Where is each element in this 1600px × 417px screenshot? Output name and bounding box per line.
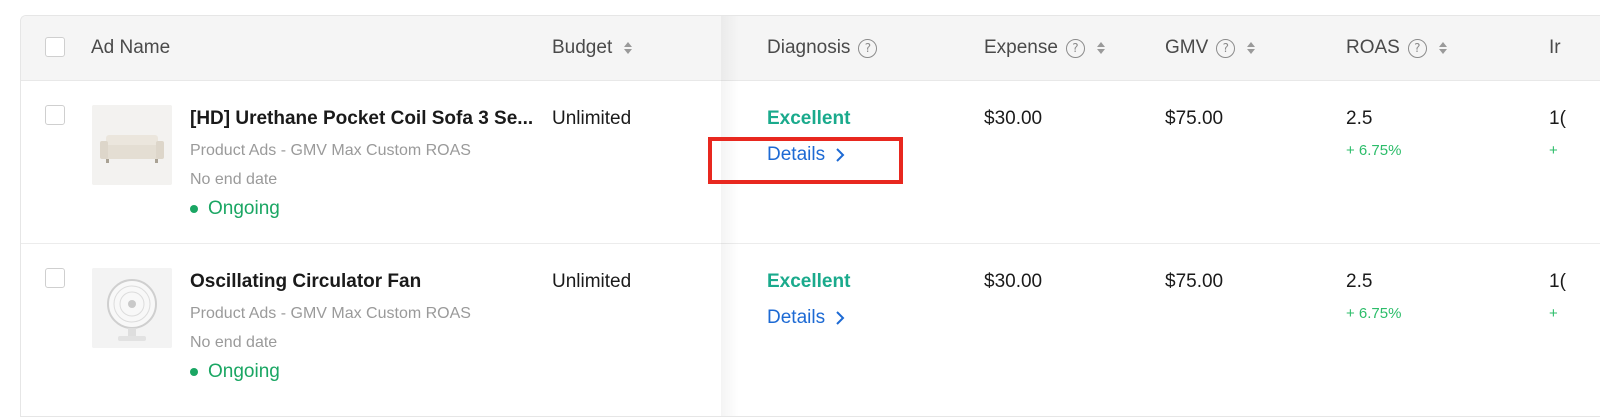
next-column-value: 1( [1549, 271, 1566, 292]
column-expense[interactable]: Expense ? [984, 16, 1105, 80]
select-all-checkbox[interactable] [45, 37, 65, 57]
column-diagnosis-label: Diagnosis [767, 37, 851, 58]
next-column-value: 1( [1549, 108, 1566, 129]
ads-table: Ad Name Budget Diagnosis ? Expense ? GMV… [20, 15, 1600, 417]
column-next-partial-label: Ir [1549, 37, 1561, 58]
column-ad-name: Ad Name [91, 16, 170, 80]
end-date: No end date [190, 334, 278, 351]
end-date: No end date [190, 171, 278, 188]
help-icon[interactable]: ? [1407, 38, 1427, 58]
column-ad-name-label: Ad Name [91, 37, 171, 58]
details-highlight-box [708, 137, 903, 184]
diagnosis-value: Excellent [767, 108, 851, 129]
next-column-change: + [1549, 305, 1558, 322]
status-dot-icon [190, 368, 198, 376]
budget-value: Unlimited [552, 271, 632, 292]
table-row: Oscillating Circulator Fan Product Ads -… [21, 243, 1600, 406]
expense-value: $30.00 [984, 108, 1043, 129]
help-icon[interactable]: ? [1216, 38, 1236, 58]
status-label: Ongoing [208, 198, 280, 219]
ad-name[interactable]: [HD] Urethane Pocket Coil Sofa 3 Se... [190, 108, 535, 130]
sort-icon[interactable] [1247, 42, 1256, 54]
details-label: Details [767, 307, 826, 328]
diagnosis-value: Excellent [767, 271, 851, 292]
roas-value: 2.5 [1346, 271, 1373, 292]
column-gmv[interactable]: GMV ? [1165, 16, 1256, 80]
help-icon[interactable]: ? [1065, 38, 1085, 58]
column-expense-label: Expense [984, 37, 1058, 58]
status-badge: Ongoing [190, 198, 280, 220]
expense-value: $30.00 [984, 271, 1043, 292]
column-roas[interactable]: ROAS ? [1346, 16, 1447, 80]
sofa-icon [92, 105, 172, 185]
ad-type: Product Ads - GMV Max Custom ROAS [190, 142, 471, 159]
roas-change: + 6.75% [1346, 305, 1402, 322]
chevron-right-icon [836, 311, 845, 325]
ad-name[interactable]: Oscillating Circulator Fan [190, 271, 535, 293]
table-header: Ad Name Budget Diagnosis ? Expense ? GMV… [21, 16, 1600, 81]
column-next-partial: Ir [1549, 16, 1561, 80]
gmv-value: $75.00 [1165, 271, 1224, 292]
gmv-value: $75.00 [1165, 108, 1224, 129]
column-budget-label: Budget [552, 37, 613, 58]
sort-icon[interactable] [624, 42, 633, 54]
row-checkbox[interactable] [45, 268, 65, 288]
details-link[interactable]: Details [767, 307, 845, 329]
status-label: Ongoing [208, 361, 280, 382]
roas-change: + 6.75% [1346, 142, 1402, 159]
column-diagnosis: Diagnosis ? [767, 16, 878, 80]
ad-type: Product Ads - GMV Max Custom ROAS [190, 305, 471, 322]
status-badge: Ongoing [190, 361, 280, 383]
column-gmv-label: GMV [1165, 37, 1209, 58]
column-budget[interactable]: Budget [552, 16, 633, 80]
sort-icon[interactable] [1096, 42, 1105, 54]
roas-value: 2.5 [1346, 108, 1373, 129]
budget-value: Unlimited [552, 108, 632, 129]
column-roas-label: ROAS [1346, 37, 1400, 58]
help-icon[interactable]: ? [858, 38, 878, 58]
next-column-change: + [1549, 142, 1558, 159]
row-checkbox[interactable] [45, 105, 65, 125]
status-dot-icon [190, 205, 198, 213]
fan-icon [92, 268, 172, 348]
sort-icon[interactable] [1438, 42, 1447, 54]
